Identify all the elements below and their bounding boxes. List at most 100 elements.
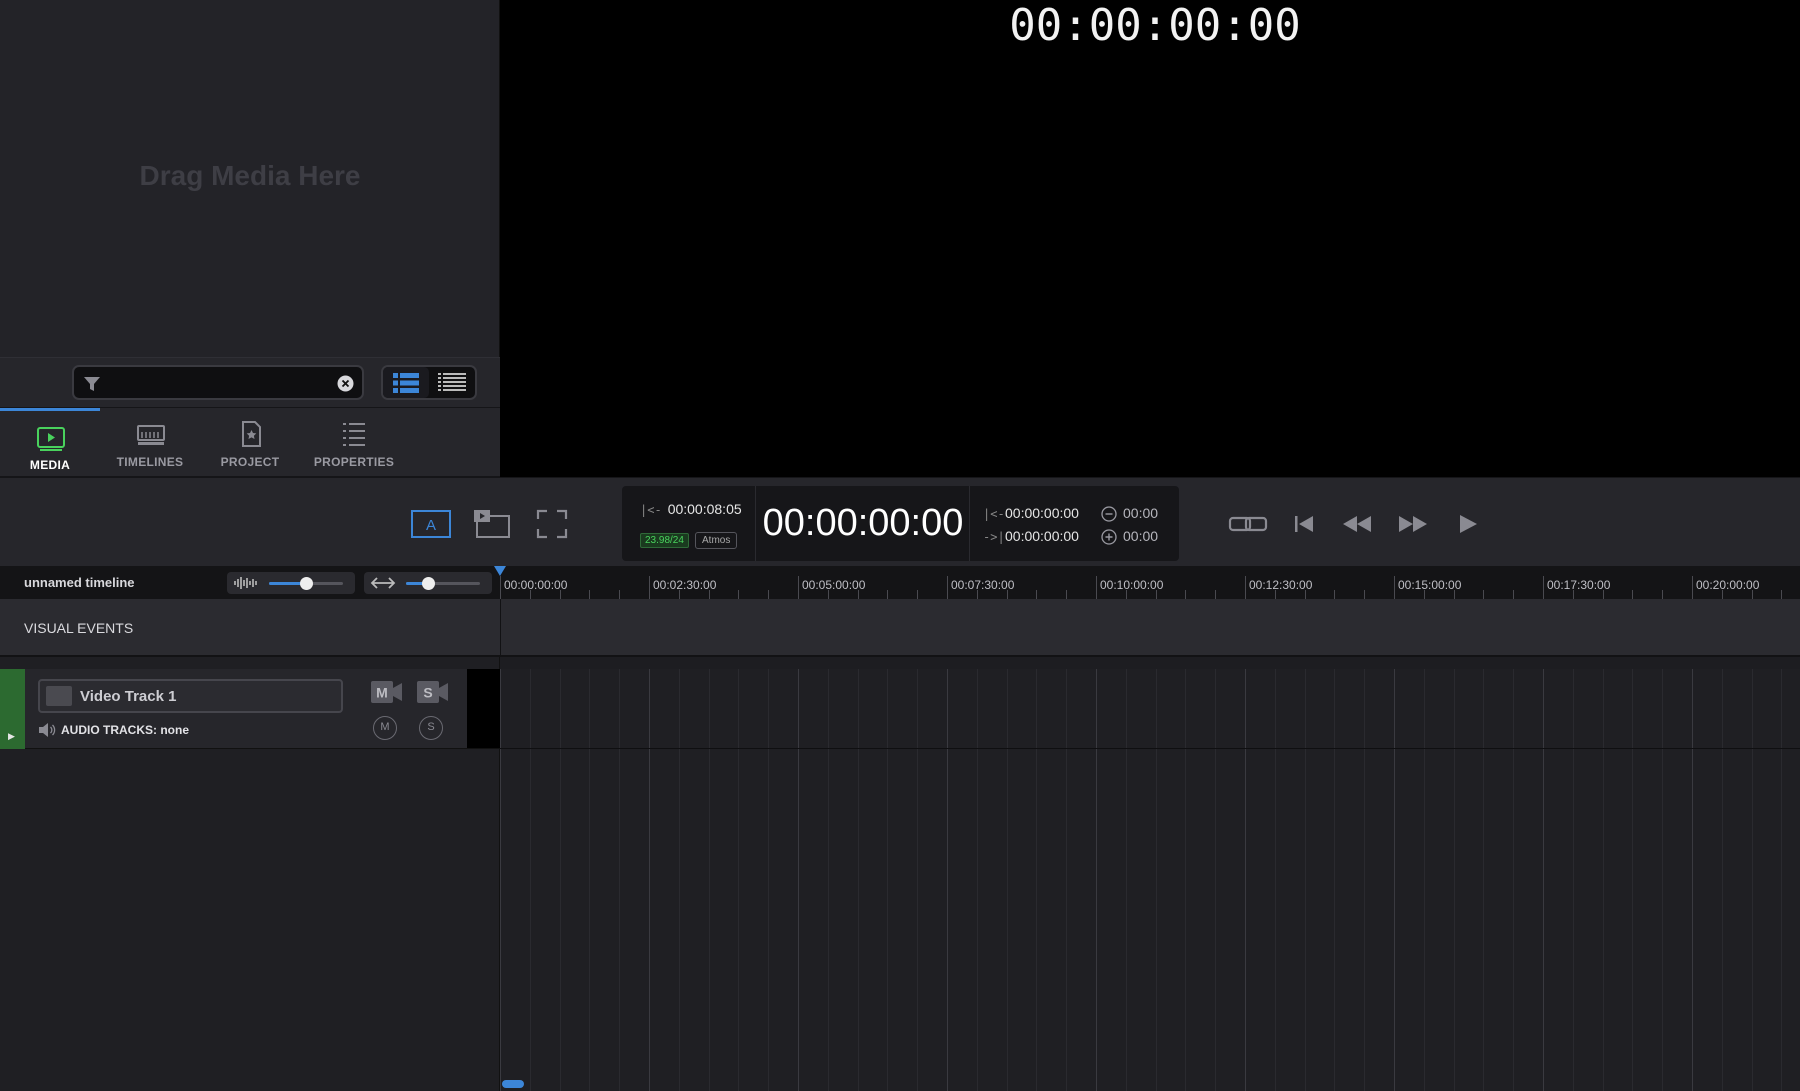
audio-zoom-slider[interactable]: [227, 572, 355, 594]
tab-project[interactable]: PROJECT: [200, 408, 300, 477]
playhead-icon[interactable]: [494, 566, 506, 576]
media-search-row: [0, 357, 500, 407]
list-view-button[interactable]: [383, 367, 429, 398]
timeline-grid-line: [887, 669, 888, 1091]
timeline-grid-line: [1334, 669, 1335, 1091]
picture-in-picture-icon: [474, 510, 510, 538]
transport-bar: A |<- 00:00:08:05 23.98/24 Atmos 00:00:00…: [0, 477, 1800, 566]
out-point-icon: ->|: [983, 530, 1005, 544]
link-button[interactable]: [1228, 506, 1268, 542]
timeline-grid-line: [1007, 669, 1008, 1091]
ruler-label: 00:02:30:00: [653, 578, 717, 592]
visual-events-header: VISUAL EVENTS: [0, 599, 500, 657]
play-button[interactable]: [1456, 506, 1480, 542]
expand-track-icon[interactable]: ▶: [8, 731, 15, 742]
minus-icon[interactable]: [1101, 506, 1117, 522]
out-offset-value: 00:00: [1123, 528, 1159, 544]
horizontal-zoom-track[interactable]: [406, 577, 480, 590]
timeline-grid-line: [1752, 669, 1753, 1091]
timeline-grid-line: [1722, 669, 1723, 1091]
timeline-ruler[interactable]: 00:00:00:00 00:02:30:00 00:05:00:00 00:07:3…: [500, 566, 1800, 599]
timeline-grid-line: [1036, 669, 1037, 1091]
tab-media[interactable]: MEDIA: [0, 408, 100, 477]
horizontal-zoom-slider[interactable]: [364, 572, 492, 594]
filter-icon[interactable]: [82, 374, 102, 394]
video-solo-icon: S: [417, 681, 448, 703]
track-color-bar[interactable]: ▶: [0, 669, 25, 749]
ruler-minor-tick: [1632, 590, 1633, 599]
ruler-label: 00:00:00:00: [504, 578, 568, 592]
play-icon: [1460, 515, 1477, 533]
ruler-label: 00:17:30:00: [1547, 578, 1611, 592]
ruler-major-tick: [1096, 576, 1097, 599]
track-lanes-area[interactable]: [500, 669, 1800, 1091]
ruler-minor-tick: [887, 590, 888, 599]
ruler-major-tick: [500, 576, 501, 599]
duration-icon: |<-: [640, 503, 662, 517]
video-mute-icon: M: [371, 681, 402, 703]
timeline-grid-line: [917, 669, 918, 1091]
compact-list-view-button[interactable]: [429, 367, 475, 398]
rewind-icon: [1343, 516, 1371, 532]
media-search-box[interactable]: [72, 365, 364, 400]
timeline-grid-line: [1275, 669, 1276, 1091]
go-to-start-button[interactable]: [1292, 506, 1316, 542]
properties-icon: [343, 423, 365, 446]
audio-format-badge[interactable]: Atmos: [695, 532, 738, 549]
clear-search-icon[interactable]: [337, 375, 354, 392]
ruler-minor-tick: [1036, 590, 1037, 599]
main-timecode[interactable]: 00:00:00:00: [757, 486, 970, 561]
plus-icon[interactable]: [1101, 529, 1117, 545]
project-icon: [242, 421, 261, 447]
audio-solo-button[interactable]: S: [419, 716, 443, 740]
view-mode-toggle: [381, 365, 477, 400]
track-thumbnail: [46, 686, 72, 706]
duration-readout: |<- 00:00:08:05: [640, 501, 742, 517]
media-bin[interactable]: Drag Media Here: [0, 0, 500, 357]
horizontal-zoom-thumb[interactable]: [422, 577, 436, 590]
in-point-value[interactable]: 00:00:00:00: [1005, 505, 1079, 521]
timeline-scroll-thumb[interactable]: [502, 1080, 524, 1088]
ruler-label: 00:05:00:00: [802, 578, 866, 592]
fullscreen-button[interactable]: [535, 506, 569, 542]
timeline-grid-line: [1364, 669, 1365, 1091]
ruler-minor-tick: [1662, 590, 1663, 599]
timeline-grid-line: [1603, 669, 1604, 1091]
ruler-major-tick: [649, 576, 650, 599]
video-solo-button[interactable]: S: [416, 679, 450, 705]
media-search-input[interactable]: [108, 371, 328, 395]
timeline-icon: [137, 425, 165, 445]
timeline-grid-line: [1662, 669, 1663, 1091]
picture-in-picture-button[interactable]: [472, 506, 512, 542]
timeline-grid-line: [977, 669, 978, 1091]
svg-text:S: S: [423, 685, 432, 701]
duration-section: |<- 00:00:08:05 23.98/24 Atmos: [622, 486, 756, 561]
video-viewer[interactable]: 00:00:00:00: [500, 0, 1800, 477]
track-name-field[interactable]: Video Track 1: [38, 679, 343, 713]
rewind-button[interactable]: [1340, 506, 1374, 542]
tab-properties[interactable]: PROPERTIES: [300, 408, 408, 477]
timeline-grid-line: [1781, 669, 1782, 1091]
out-point-value[interactable]: 00:00:00:00: [1005, 528, 1079, 544]
timeline-grid-line: [1543, 669, 1544, 1091]
timeline-grid-line: [709, 669, 710, 1091]
viewer-timecode: 00:00:00:00: [1009, 0, 1301, 51]
tab-timelines[interactable]: TIMELINES: [100, 408, 200, 477]
audio-mute-button[interactable]: M: [373, 716, 397, 740]
a-label-button[interactable]: A: [410, 506, 452, 542]
track-header-divider: [467, 669, 500, 748]
timeline-name[interactable]: unnamed timeline: [24, 575, 135, 590]
timeline-grid-line: [1692, 669, 1693, 1091]
timeline-header: unnamed timeline: [0, 566, 500, 599]
waveform-icon: [234, 577, 257, 589]
ruler-major-tick: [1245, 576, 1246, 599]
fast-forward-button[interactable]: [1396, 506, 1430, 542]
fps-badge[interactable]: 23.98/24: [640, 533, 689, 548]
video-mute-button[interactable]: M: [370, 679, 404, 705]
audio-zoom-thumb[interactable]: [300, 577, 313, 590]
visual-events-lane[interactable]: [500, 599, 1800, 657]
audio-zoom-track[interactable]: [269, 577, 343, 590]
timeline-grid-line: [828, 669, 829, 1091]
horizontal-zoom-icon: [370, 577, 396, 589]
timeline-grid-line: [1513, 669, 1514, 1091]
